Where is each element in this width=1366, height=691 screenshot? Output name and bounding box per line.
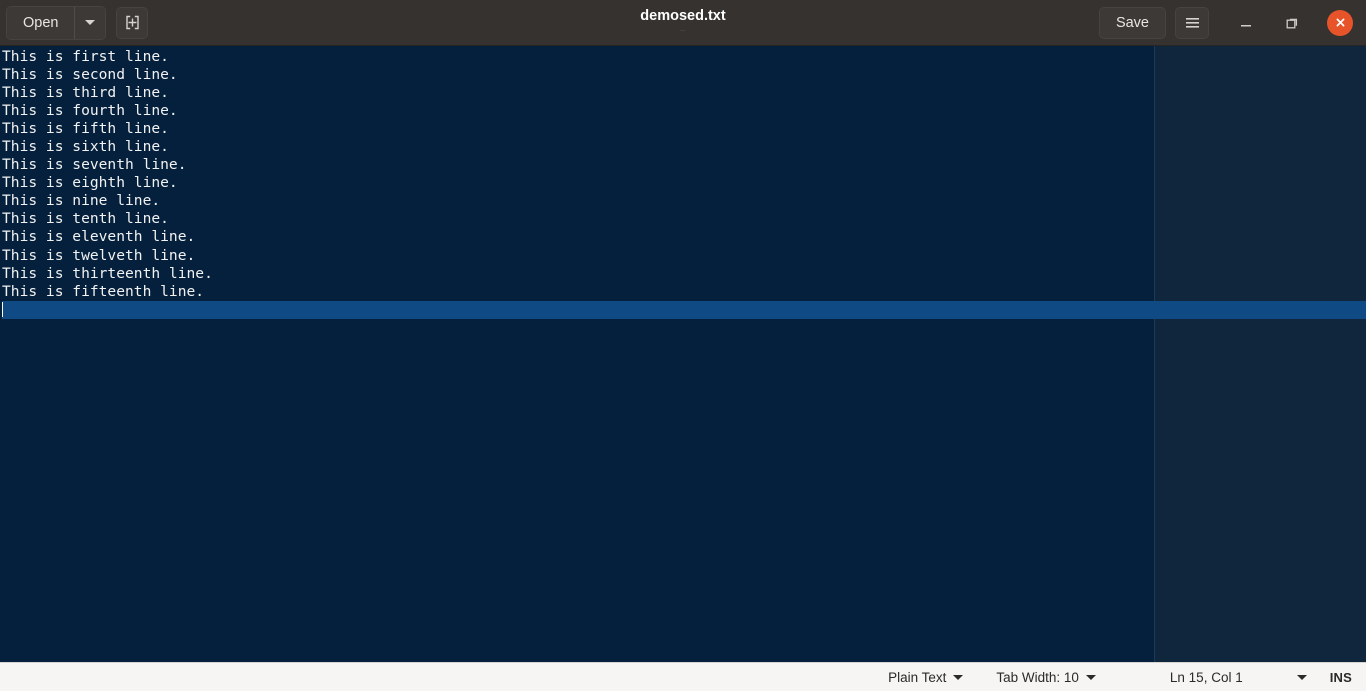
minimize-button[interactable]	[1231, 8, 1261, 38]
close-icon	[1336, 18, 1344, 27]
chevron-down-icon	[1085, 674, 1096, 680]
chevron-down-icon	[953, 674, 964, 680]
minimize-icon	[1241, 24, 1251, 26]
editor-area[interactable]: This is first line. This is second line. T…	[0, 46, 1366, 662]
editor-line[interactable]: This is nine line.	[2, 192, 1366, 210]
language-selector[interactable]: Plain Text	[888, 669, 964, 685]
save-button-label: Save	[1115, 14, 1149, 31]
new-document-button[interactable]	[116, 6, 149, 39]
editor-line[interactable]: This is eleventh line.	[2, 228, 1366, 246]
editor-line[interactable]: This is sixth line.	[2, 138, 1366, 156]
editor-line[interactable]: This is eighth line.	[2, 174, 1366, 192]
cursor-position-label: Ln 15, Col 1	[1169, 669, 1243, 685]
editor-line[interactable]: This is third line.	[2, 84, 1366, 102]
editor-line[interactable]: This is fifth line.	[2, 120, 1366, 138]
editor-line[interactable]: This is fourth line.	[2, 102, 1366, 120]
language-label: Plain Text	[888, 669, 947, 685]
tab-width-selector[interactable]: Tab Width: 10	[996, 670, 1096, 685]
open-recent-dropdown-button[interactable]	[75, 6, 106, 39]
window-title: demosed.txt	[640, 8, 726, 24]
text-cursor	[2, 301, 3, 317]
status-bar: Plain Text Tab Width: 10 Ln 15, Col 1 IN…	[0, 662, 1366, 691]
new-document-icon	[126, 15, 139, 30]
window-subtitle: ~	[679, 26, 687, 37]
close-button[interactable]	[1327, 9, 1353, 36]
header-bar: Open demosed.txt ~ Save	[0, 0, 1366, 46]
editor-line[interactable]: This is seventh line.	[2, 156, 1366, 174]
open-split-button[interactable]: Open	[6, 5, 107, 40]
tab-width-label: Tab Width: 10	[996, 669, 1079, 685]
editor-line[interactable]	[0, 300, 1366, 319]
text-editor-window: Open demosed.txt ~ Save This is first li…	[0, 0, 1366, 691]
main-menu-button[interactable]	[1175, 6, 1209, 39]
insert-mode-indicator[interactable]: INS	[1330, 670, 1352, 685]
editor-line[interactable]: This is fifteenth line.	[2, 283, 1366, 301]
editor-line[interactable]: This is second line.	[2, 66, 1366, 84]
open-button[interactable]: Open	[7, 6, 75, 39]
header-left-controls: Open	[6, 5, 149, 40]
chevron-down-icon	[85, 20, 96, 25]
header-right-controls: Save	[1098, 6, 1360, 39]
hamburger-menu-icon	[1185, 18, 1199, 28]
open-button-label: Open	[23, 14, 59, 31]
editor-text-content[interactable]: This is first line. This is second line. T…	[0, 46, 1366, 662]
maximize-button[interactable]	[1277, 8, 1307, 38]
cursor-position-selector[interactable]: Ln 15, Col 1	[1170, 670, 1307, 685]
insert-mode-label: INS	[1329, 669, 1352, 685]
chevron-down-icon	[1296, 674, 1307, 680]
editor-line[interactable]: This is thirteenth line.	[2, 265, 1366, 283]
save-button[interactable]: Save	[1098, 6, 1166, 39]
editor-line[interactable]: This is first line.	[2, 48, 1366, 66]
editor-line[interactable]: This is twelveth line.	[2, 247, 1366, 265]
restore-icon	[1286, 18, 1298, 28]
editor-line[interactable]: This is tenth line.	[2, 210, 1366, 228]
